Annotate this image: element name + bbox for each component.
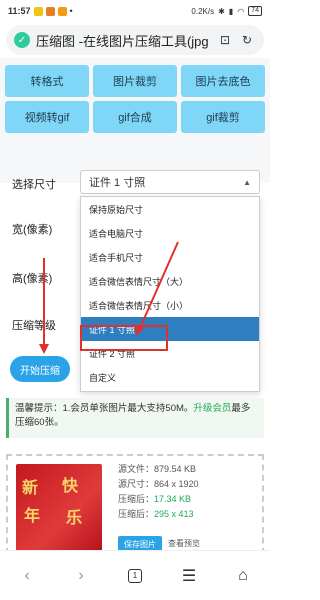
option-wechat-small[interactable]: 适合微信表情尺寸（小）: [81, 293, 259, 317]
result-thumbnail[interactable]: 新 年 快 乐: [16, 464, 102, 550]
tabs-button[interactable]: 1: [120, 561, 150, 591]
tip-text: 温馨提示：1.会员单张图片最大支持50M。: [15, 403, 194, 414]
tab-count: 1: [128, 568, 142, 583]
network-speed: 0.2K/s: [191, 6, 215, 16]
option-id-photo-1inch[interactable]: 证件 1 寸照: [81, 317, 259, 341]
compressed-size-value: 295 x 413: [154, 509, 194, 519]
browser-nav-bar: ‹ › 1 ☰ ⌂: [0, 550, 270, 600]
tool-gif-merge[interactable]: gif合成: [93, 101, 177, 133]
tool-remove-background[interactable]: 图片去底色: [181, 65, 265, 97]
shield-icon: ✓: [14, 32, 30, 48]
wifi-icon: ◠: [237, 6, 245, 16]
compressed-size-label: 压缩后：: [118, 509, 155, 519]
web-content: 转格式 图片裁剪 图片去底色 视频转gif gif合成 gif裁剪 选择尺寸 宽…: [0, 58, 270, 550]
size-select-value: 证件 1 寸照: [89, 177, 146, 189]
compressed-value: 17.34 KB: [154, 494, 192, 504]
result-card: 新 年 快 乐 源文件：879.54 KB 源尺寸：864 x 1920 压缩后…: [6, 454, 264, 550]
tool-video-to-gif[interactable]: 视频转gif: [5, 101, 89, 133]
save-image-button[interactable]: 保存图片: [118, 536, 162, 550]
source-file-label: 源文件：: [118, 464, 155, 474]
option-wechat-large[interactable]: 适合微信表情尺寸（大）: [81, 269, 259, 293]
compressed-label: 压缩后：: [118, 494, 155, 504]
option-desktop-size[interactable]: 适合电脑尺寸: [81, 221, 259, 245]
thumb-char: 新: [22, 478, 39, 497]
option-mobile-size[interactable]: 适合手机尺寸: [81, 245, 259, 269]
source-size-label: 源尺寸：: [118, 479, 155, 489]
page-title[interactable]: 压缩图 -在线图片压缩工具(jpg: [36, 31, 212, 50]
result-info: 源文件：879.54 KB 源尺寸：864 x 1920 压缩后：17.34 K…: [118, 462, 199, 522]
bluetooth-icon: ✱: [218, 6, 225, 16]
app-notification-icon: [57, 6, 67, 16]
size-dropdown: 保持原始尺寸 适合电脑尺寸 适合手机尺寸 适合微信表情尺寸（大） 适合微信表情尺…: [80, 196, 260, 392]
option-original-size[interactable]: 保持原始尺寸: [81, 197, 259, 221]
thumb-char: 年: [24, 506, 41, 525]
compression-level-label: 压缩等级: [12, 320, 56, 332]
view-preview-link[interactable]: 查看预览: [168, 538, 200, 549]
down-arrow-head: [39, 344, 49, 354]
battery-icon: 74: [248, 6, 262, 16]
thumb-char: 快: [62, 476, 79, 495]
address-bar[interactable]: ✓ 压缩图 -在线图片压缩工具(jpg ⊡ ↻: [6, 25, 264, 55]
more-notifications-icon: •: [69, 6, 73, 16]
app-notification-icon: [33, 6, 43, 16]
tool-grid: 转格式 图片裁剪 图片去底色 视频转gif gif合成 gif裁剪: [0, 58, 270, 183]
source-size-value: 864 x 1920: [154, 479, 199, 489]
option-id-photo-2inch[interactable]: 证件 2 寸照: [81, 341, 259, 365]
signal-icon: ▮: [228, 6, 234, 16]
start-compress-button[interactable]: 开始压缩: [10, 356, 70, 382]
tip-box: 温馨提示：1.会员单张图片最大支持50M。升级会员最多压缩60张。: [6, 398, 264, 438]
menu-icon[interactable]: ☰: [174, 561, 204, 591]
height-label: 高(像素): [12, 273, 53, 285]
app-notification-icon: [45, 6, 55, 16]
size-select[interactable]: 证件 1 寸照 ▲: [80, 170, 260, 194]
refresh-icon[interactable]: ↻: [238, 33, 256, 47]
upgrade-member-link[interactable]: 升级会员: [193, 403, 231, 414]
thumb-char: 乐: [66, 508, 83, 527]
option-custom[interactable]: 自定义: [81, 365, 259, 389]
chevron-up-icon: ▲: [243, 177, 251, 187]
home-icon[interactable]: ⌂: [228, 561, 258, 591]
status-bar: 11:57 • 0.2K/s ✱ ▮ ◠ 74: [0, 0, 270, 22]
back-icon[interactable]: ‹: [12, 561, 42, 591]
forward-icon[interactable]: ›: [66, 561, 96, 591]
bookmark-icon[interactable]: ⊡: [216, 33, 234, 47]
size-label: 选择尺寸: [12, 179, 56, 191]
width-label: 宽(像素): [12, 224, 53, 236]
source-file-value: 879.54 KB: [154, 464, 197, 474]
tool-gif-crop[interactable]: gif裁剪: [181, 101, 265, 133]
tool-convert-format[interactable]: 转格式: [5, 65, 89, 97]
status-time: 11:57: [8, 6, 31, 16]
tool-crop-image[interactable]: 图片裁剪: [93, 65, 177, 97]
